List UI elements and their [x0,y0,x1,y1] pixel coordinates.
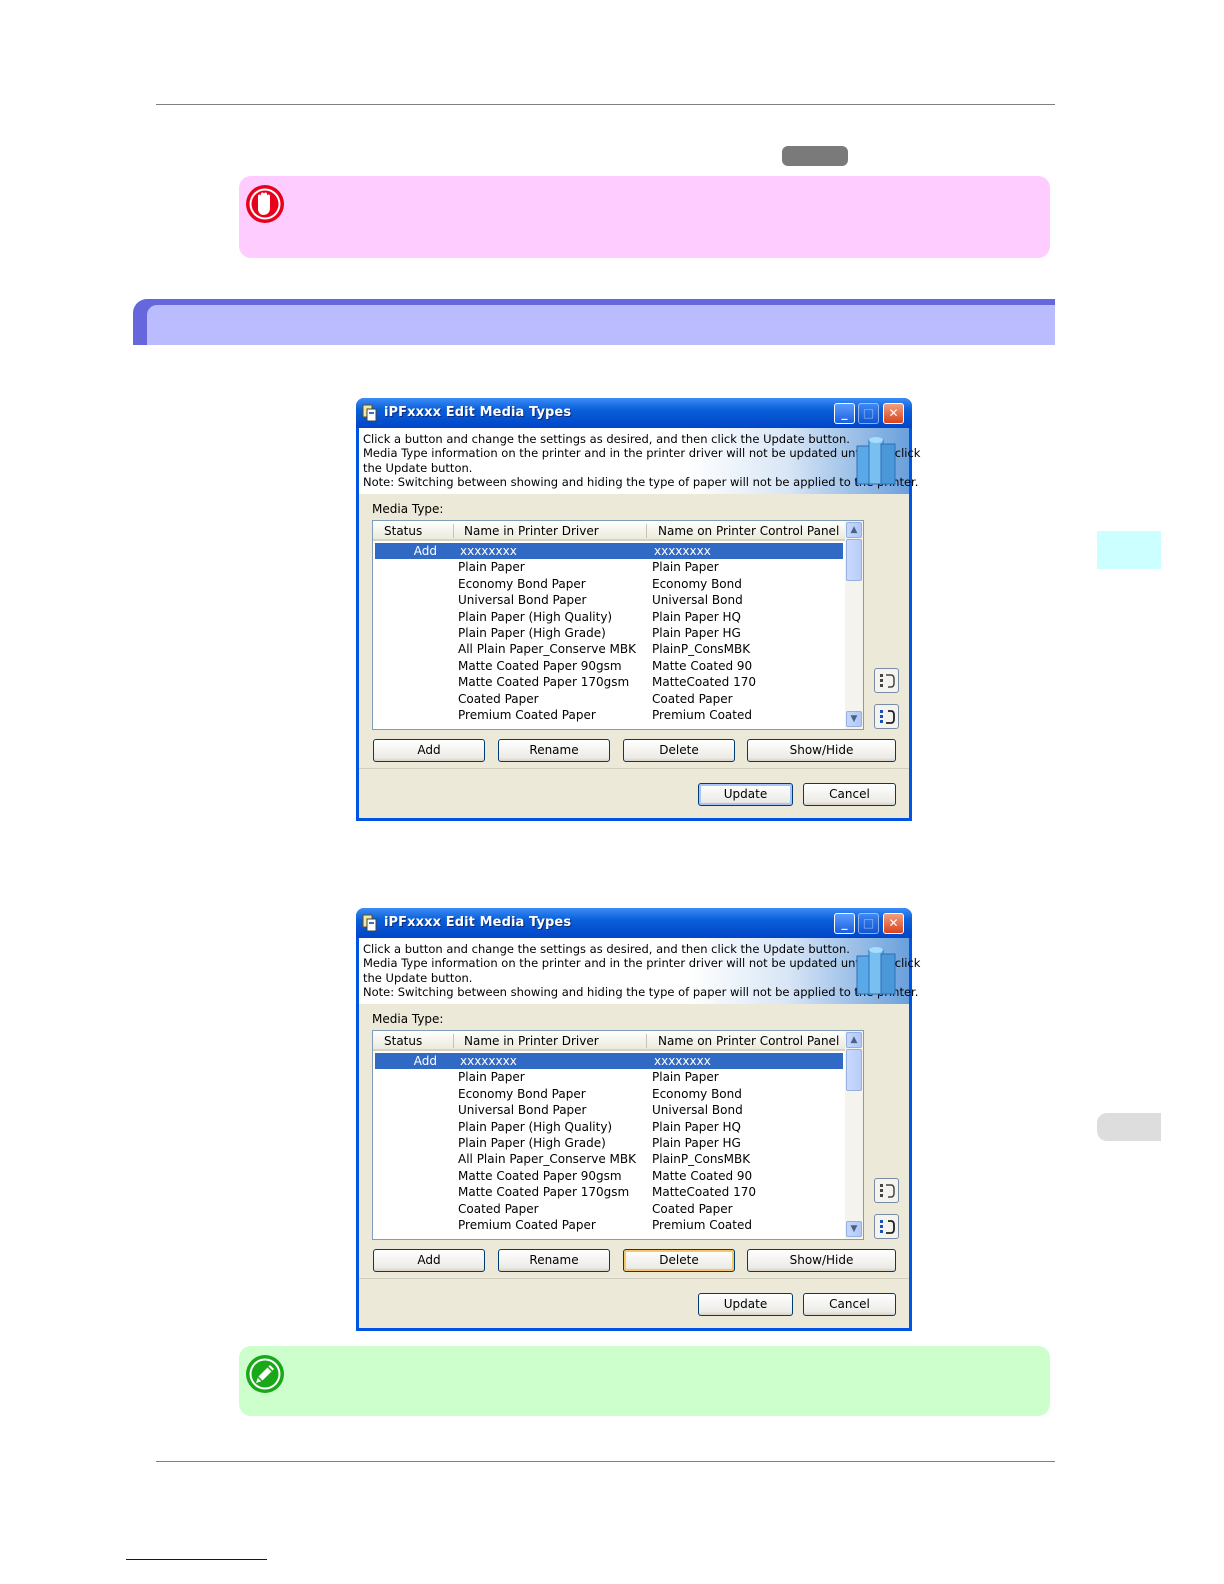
rename-button[interactable]: Rename [498,739,610,762]
delete-button[interactable]: Delete [623,1249,735,1272]
table-row[interactable]: Coated Paper Coated Paper [373,691,841,707]
note-box [239,1346,1050,1416]
column-status[interactable]: Status [384,524,422,538]
instruction-banner: Click a button and change the settings a… [359,938,920,1004]
scroll-down-icon[interactable]: ▼ [846,711,862,727]
title-bar[interactable]: iPFxxxx Edit Media Types _ □ ✕ [356,908,912,938]
move-down-button[interactable] [874,704,899,729]
instruction-text: Click a button and change the settings a… [363,942,921,1000]
table-row[interactable]: Plain Paper (High Quality) Plain Paper HQ [373,1119,841,1135]
section-heading-bar [133,299,1055,345]
media-type-label: Media Type: [372,1012,444,1026]
cancel-button[interactable]: Cancel [803,783,896,806]
vertical-scrollbar[interactable]: ▲ ▼ [845,1031,863,1239]
move-up-icon [880,1184,895,1198]
edit-media-types-dialog: iPFxxxx Edit Media Types _ □ ✕ Click a b… [356,398,920,821]
update-button[interactable]: Update [698,783,793,806]
table-row[interactable]: Matte Coated Paper 170gsm MatteCoated 170 [373,1184,841,1200]
table-row[interactable]: Plain Paper (High Grade) Plain Paper HG [373,625,841,641]
footer-link[interactable] [126,1559,267,1560]
table-row[interactable]: Universal Bond Paper Universal Bond [373,592,841,608]
table-row[interactable]: Add xxxxxxxx xxxxxxxx [375,543,843,559]
table-row[interactable]: Plain Paper Plain Paper [373,1069,841,1085]
divider [359,1278,909,1279]
table-row[interactable]: Premium Coated Paper Premium Coated [373,707,841,723]
minimize-button[interactable]: _ [834,403,855,424]
table-row[interactable]: Add xxxxxxxx xxxxxxxx [375,1053,843,1069]
media-type-list[interactable]: Status Name in Printer Driver Name on Pr… [372,520,864,730]
table-row[interactable]: All Plain Paper_Conserve MBK PlainP_ConsM… [373,641,841,657]
app-icon [362,404,377,422]
edit-media-types-dialog: iPFxxxx Edit Media Types _ □ ✕ Click a b… [356,908,920,1331]
table-row[interactable]: Matte Coated Paper 90gsm Matte Coated 90 [373,1168,841,1184]
vertical-scrollbar[interactable]: ▲ ▼ [845,521,863,729]
cancel-button[interactable]: Cancel [803,1293,896,1316]
table-row[interactable]: Economy Bond Paper Economy Bond [373,1086,841,1102]
rename-button[interactable]: Rename [498,1249,610,1272]
scroll-up-icon[interactable]: ▲ [846,522,862,538]
scroll-thumb[interactable] [846,1049,862,1091]
instruction-banner: Click a button and change the settings a… [359,428,920,494]
table-row[interactable]: Matte Coated Paper 90gsm Matte Coated 90 [373,658,841,674]
show-hide-button[interactable]: Show/Hide [747,1249,896,1272]
close-button[interactable]: ✕ [883,913,904,934]
column-status[interactable]: Status [384,1034,422,1048]
column-driver-name[interactable]: Name in Printer Driver [464,524,599,538]
maximize-button[interactable]: □ [858,913,879,934]
maximize-button[interactable]: □ [858,403,879,424]
media-rolls-icon [856,437,896,485]
dialog-title: iPFxxxx Edit Media Types [384,915,572,930]
show-hide-button[interactable]: Show/Hide [747,739,896,762]
footer-rule [156,1461,1055,1462]
media-rolls-icon [856,947,896,995]
list-header: Status Name in Printer Driver Name on Pr… [373,521,845,541]
chapter-tab[interactable] [1097,531,1161,569]
table-row[interactable]: Matte Coated Paper 170gsm MatteCoated 170 [373,674,841,690]
close-button[interactable]: ✕ [883,403,904,424]
move-up-icon [880,674,895,688]
important-box [239,176,1050,258]
dialog-client: Click a button and change the settings a… [359,938,920,1328]
media-type-list[interactable]: Status Name in Printer Driver Name on Pr… [372,1030,864,1240]
move-down-button[interactable] [874,1214,899,1239]
move-up-button[interactable] [874,1178,899,1203]
minimize-button[interactable]: _ [834,913,855,934]
move-down-icon [880,1220,895,1234]
move-up-button[interactable] [874,668,899,693]
app-icon [362,914,377,932]
column-panel-name[interactable]: Name on Printer Control Panel [658,524,839,538]
add-button[interactable]: Add [373,1249,485,1272]
media-type-label: Media Type: [372,502,444,516]
header-rule [156,104,1055,105]
update-button[interactable]: Update [698,1293,793,1316]
move-down-icon [880,710,895,724]
table-row[interactable]: Plain Paper Plain Paper [373,559,841,575]
table-row[interactable]: Economy Bond Paper Economy Bond [373,576,841,592]
dialog-client: Click a button and change the settings a… [359,428,920,818]
divider [359,768,909,769]
scroll-thumb[interactable] [846,539,862,581]
add-button[interactable]: Add [373,739,485,762]
dialog-title: iPFxxxx Edit Media Types [384,405,572,420]
pencil-icon [246,1355,284,1393]
table-row[interactable]: Coated Paper Coated Paper [373,1201,841,1217]
reference-badge [782,146,848,166]
column-panel-name[interactable]: Name on Printer Control Panel [658,1034,839,1048]
instruction-text: Click a button and change the settings a… [363,432,921,490]
table-row[interactable]: All Plain Paper_Conserve MBK PlainP_ConsM… [373,1151,841,1167]
scroll-down-icon[interactable]: ▼ [846,1221,862,1237]
table-row[interactable]: Plain Paper (High Quality) Plain Paper HQ [373,609,841,625]
table-row[interactable]: Premium Coated Paper Premium Coated [373,1217,841,1233]
delete-button[interactable]: Delete [623,739,735,762]
scroll-up-icon[interactable]: ▲ [846,1032,862,1048]
table-row[interactable]: Universal Bond Paper Universal Bond [373,1102,841,1118]
table-row[interactable]: Plain Paper (High Grade) Plain Paper HG [373,1135,841,1151]
column-driver-name[interactable]: Name in Printer Driver [464,1034,599,1048]
stop-hand-icon [246,185,284,223]
title-bar[interactable]: iPFxxxx Edit Media Types _ □ ✕ [356,398,912,428]
list-header: Status Name in Printer Driver Name on Pr… [373,1031,845,1051]
index-tab[interactable] [1097,1113,1161,1141]
